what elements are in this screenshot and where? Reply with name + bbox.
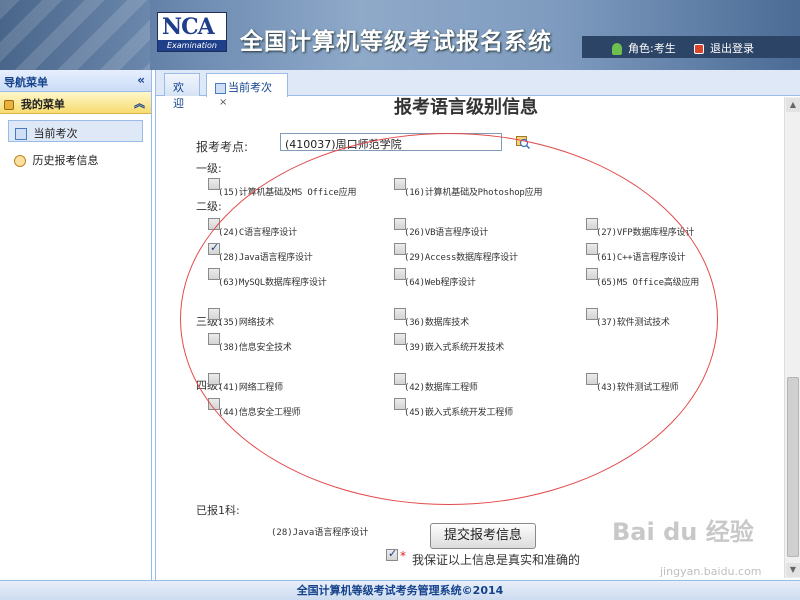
exam-site-field[interactable]: (410037)周口师范学院 (280, 133, 502, 151)
subject-label-27: (27)VFP数据库程序设计 (596, 228, 695, 238)
reported-count-label: 已报1科: (196, 504, 240, 517)
page-footer: 全国计算机等级考试考务管理系统©2014 (0, 580, 800, 600)
subject-label-63: (63)MySQL数据库程序设计 (218, 278, 327, 288)
subject-label-39: (39)嵌入式系统开发技术 (404, 343, 505, 353)
document-icon (215, 82, 226, 94)
sidebar-item-label: 历史报考信息 (32, 154, 99, 167)
history-icon (14, 155, 26, 167)
collapse-sidebar-icon[interactable]: « (137, 73, 145, 87)
subject-label-64: (64)Web程序设计 (404, 278, 476, 288)
tab-current-exam[interactable]: 当前考次× (206, 73, 288, 108)
subject-label-42: (42)数据库工程师 (404, 383, 478, 393)
subject-label-61: (61)C++语言程序设计 (596, 253, 686, 263)
subject-label-16: (16)计算机基础及Photoshop应用 (404, 188, 543, 198)
subject-label-44: (44)信息安全工程师 (218, 408, 301, 418)
vertical-scrollbar[interactable]: ▲ ▼ (784, 97, 800, 578)
nca-logo: NCA Examination (157, 12, 227, 52)
collapse-menu-icon[interactable]: ︽ (134, 95, 145, 111)
sidebar: 导航菜单 « 我的菜单 ︽ 当前考次 历史报考信息 (0, 70, 152, 580)
level-1-label: 一级: (196, 162, 222, 175)
subject-label-35: (35)网络技术 (218, 318, 275, 328)
level-2-label: 二级: (196, 200, 222, 213)
folder-icon (4, 100, 14, 110)
subject-label-65: (65)MS Office高级应用 (596, 278, 700, 288)
header-decoration (0, 0, 150, 70)
my-menu-header[interactable]: 我的菜单 ︽ (0, 92, 151, 114)
logout-icon (694, 44, 704, 54)
confirm-statement: 我保证以上信息是真实和准确的 (412, 553, 581, 567)
main-panel: 欢迎 当前考次× 报考语言级别信息 报考考点: (410037)周口师范学院 一… (155, 70, 800, 580)
scroll-up-icon[interactable]: ▲ (786, 98, 800, 112)
role-label: 角色:考生 (628, 42, 676, 55)
watermark-url: jingyan.baidu.com (660, 565, 762, 578)
subject-label-29: (29)Access数据库程序设计 (404, 253, 518, 263)
scroll-down-icon[interactable]: ▼ (786, 563, 800, 577)
subject-label-26: (26)VB语言程序设计 (404, 228, 489, 238)
reported-subject: (28)Java语言程序设计 (271, 528, 369, 538)
tab-label: 当前考次 (228, 81, 272, 94)
app-title: 全国计算机等级考试报名系统 (240, 29, 552, 55)
subject-label-36: (36)数据库技术 (404, 318, 469, 328)
scrollbar-thumb[interactable] (787, 377, 799, 557)
required-asterisk: * (400, 549, 406, 563)
search-icon[interactable] (516, 135, 530, 149)
sidebar-item-label: 当前考次 (33, 127, 78, 140)
form-title: 报考语言级别信息 (394, 97, 538, 118)
subject-label-24: (24)C语言程序设计 (218, 228, 297, 238)
nav-menu-header: 导航菜单 « (0, 70, 151, 92)
my-menu-title: 我的菜单 (20, 98, 65, 111)
sidebar-item-current-exam[interactable]: 当前考次 (8, 120, 143, 142)
subject-label-41: (41)网络工程师 (218, 383, 283, 393)
site-label: 报考考点: (196, 140, 249, 154)
confirm-checkbox[interactable] (386, 547, 398, 561)
tab-bar: 欢迎 当前考次× (156, 70, 800, 110)
role-indicator: 角色:考生 (612, 40, 676, 56)
subject-label-45: (45)嵌入式系统开发工程师 (404, 408, 513, 418)
document-icon (15, 128, 27, 140)
subject-label-15: (15)计算机基础及MS Office应用 (218, 188, 357, 198)
watermark-logo: Bai du 经验 (612, 518, 754, 546)
subject-label-37: (37)软件测试技术 (596, 318, 670, 328)
logo-subtitle: Examination (158, 40, 226, 51)
submit-registration-button[interactable]: 提交报考信息 (430, 523, 536, 549)
tab-welcome[interactable]: 欢迎 (164, 73, 200, 110)
subject-label-28: (28)Java语言程序设计 (218, 253, 313, 263)
form-content: 报考语言级别信息 报考考点: (410037)周口师范学院 一级: 二级: 三级… (156, 97, 784, 578)
nav-menu-title: 导航菜单 (4, 76, 48, 89)
user-icon (612, 43, 622, 55)
logo-text: NCA (162, 14, 215, 40)
subject-label-43: (43)软件测试工程师 (596, 383, 679, 393)
logout-label: 退出登录 (710, 42, 754, 55)
subject-label-38: (38)信息安全技术 (218, 343, 292, 353)
sidebar-item-history[interactable]: 历史报考信息 (8, 148, 143, 170)
logout-button[interactable]: 退出登录 (694, 40, 754, 56)
